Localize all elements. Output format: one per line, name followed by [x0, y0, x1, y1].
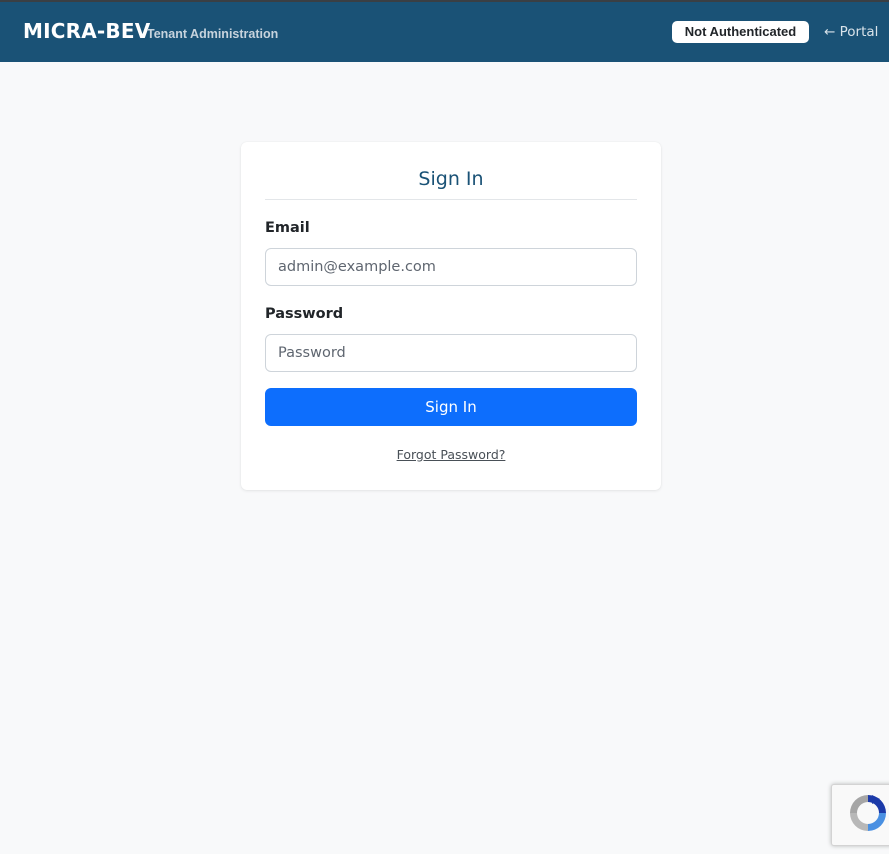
forgot-password-row: Forgot Password? — [265, 447, 637, 462]
password-input[interactable] — [265, 334, 637, 372]
portal-link[interactable]: ← Portal — [824, 24, 878, 40]
title-divider — [265, 199, 637, 200]
recaptcha-badge[interactable] — [831, 784, 889, 846]
brand-subtitle: Tenant Administration — [147, 27, 279, 41]
top-navbar: MICRA-BEV Tenant Administration Not Auth… — [0, 2, 889, 62]
auth-status-badge: Not Authenticated — [672, 21, 809, 43]
signin-button[interactable]: Sign In — [265, 388, 637, 426]
email-label: Email — [265, 220, 310, 236]
email-input[interactable] — [265, 248, 637, 286]
forgot-password-link[interactable]: Forgot Password? — [397, 447, 506, 462]
password-label: Password — [265, 306, 344, 322]
signin-title: Sign In — [418, 168, 484, 190]
brand-name[interactable]: MICRA-BEV — [23, 19, 150, 43]
signin-card: Sign In Email Password Sign In Forgot Pa… — [241, 142, 661, 490]
